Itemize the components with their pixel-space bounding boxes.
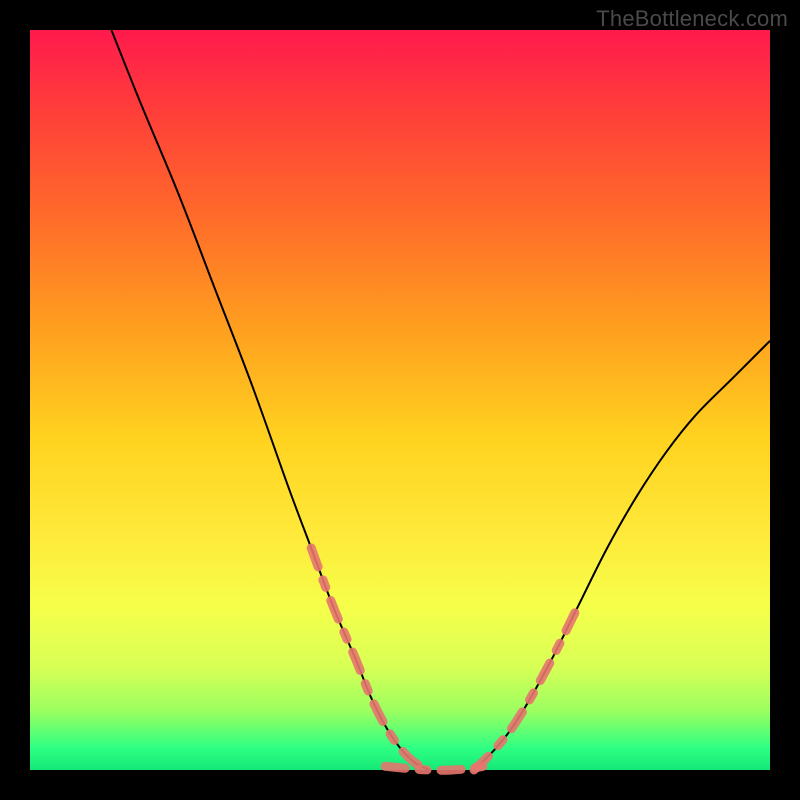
series-left-curve — [111, 30, 429, 770]
series-left-dashes — [311, 548, 429, 770]
series-right-dashes — [474, 607, 578, 770]
watermark-text: TheBottleneck.com — [596, 6, 788, 32]
chart-frame: TheBottleneck.com — [0, 0, 800, 800]
series-right-curve — [474, 341, 770, 770]
plot-area — [30, 30, 770, 770]
chart-svg — [30, 30, 770, 770]
series-valley-floor — [385, 764, 496, 770]
